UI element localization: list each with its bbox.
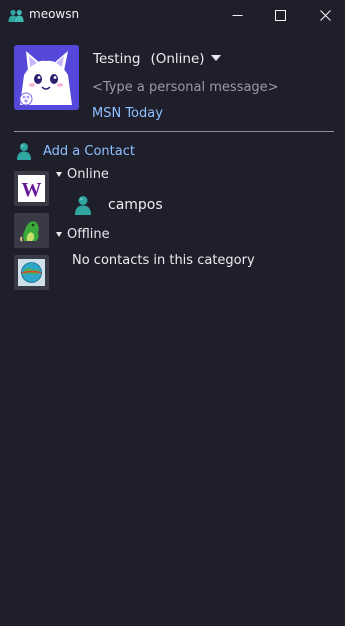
avatar[interactable] xyxy=(14,45,79,110)
add-contact-label: Add a Contact xyxy=(43,143,135,159)
sidebar-tile-creature[interactable] xyxy=(14,213,49,248)
window-title: meowsn xyxy=(29,7,80,21)
group-header-offline[interactable]: Offline xyxy=(56,227,110,242)
msn-buddies-icon xyxy=(8,8,24,22)
cat-avatar-icon xyxy=(14,45,79,110)
group-header-online[interactable]: Online xyxy=(56,167,109,182)
close-button[interactable] xyxy=(302,0,345,30)
status-text: (Online) xyxy=(150,51,205,67)
display-name: Testing xyxy=(93,51,141,67)
sidebar-tile-winamp[interactable]: W xyxy=(14,171,49,206)
expand-arrow-icon xyxy=(56,232,62,237)
winamp-w-icon: W xyxy=(18,175,45,202)
sidebar-tile-globe[interactable] xyxy=(14,255,49,290)
status-selector[interactable]: Testing (Online) xyxy=(93,51,221,67)
personal-message-field[interactable]: <Type a personal message> xyxy=(92,80,279,95)
contact-name: campos xyxy=(108,197,163,213)
msn-today-link[interactable]: MSN Today xyxy=(92,106,163,121)
buddy-add-icon xyxy=(17,143,31,160)
minimize-button[interactable] xyxy=(214,0,260,30)
contact-item[interactable]: campos xyxy=(72,194,163,216)
divider xyxy=(14,131,334,132)
green-creature-icon xyxy=(20,221,39,242)
empty-group-message: No contacts in this category xyxy=(72,253,255,268)
group-name: Online xyxy=(67,167,109,182)
add-contact-button[interactable]: Add a Contact xyxy=(14,141,135,161)
buddy-online-icon xyxy=(75,196,91,215)
chevron-down-icon xyxy=(210,55,221,61)
title-bar: meowsn xyxy=(0,0,345,30)
globe-icon xyxy=(18,259,45,286)
minimize-icon xyxy=(232,14,242,16)
close-icon xyxy=(319,9,331,21)
svg-text:W: W xyxy=(22,179,42,201)
maximize-button[interactable] xyxy=(257,0,303,30)
maximize-icon xyxy=(274,9,286,21)
expand-arrow-icon xyxy=(56,172,62,177)
group-name: Offline xyxy=(67,227,110,242)
